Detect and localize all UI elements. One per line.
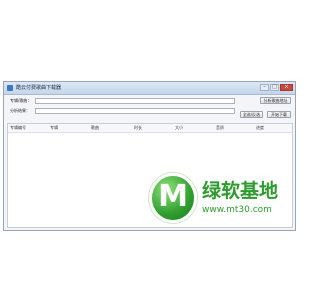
column-header[interactable]: 专辑 — [50, 125, 58, 131]
result-field[interactable] — [35, 108, 235, 114]
result-label: 分析结果： — [10, 108, 30, 113]
download-button[interactable]: 开始下载 — [267, 111, 291, 118]
watermark-logo: M 绿软基地 www.mt30.com — [152, 176, 297, 226]
minimize-button[interactable]: – — [260, 84, 269, 91]
logo-letter: M — [158, 179, 188, 214]
column-header[interactable]: 时长 — [134, 125, 142, 131]
title-bar[interactable]: 酷云付费歌曲下载器 – □ × — [4, 82, 295, 95]
column-header[interactable]: 歌曲 — [91, 125, 99, 131]
watermark-url: www.mt30.com — [202, 205, 272, 215]
close-button[interactable]: × — [280, 84, 293, 91]
column-header[interactable]: 专辑编号 — [10, 125, 26, 131]
column-header[interactable]: 大小 — [175, 125, 183, 131]
song-url-input[interactable] — [35, 98, 235, 104]
window-controls: – □ × — [260, 84, 293, 91]
maximize-button[interactable]: □ — [270, 84, 279, 91]
table-header: 专辑编号 专辑 歌曲 时长 大小 音质 进度 — [8, 124, 292, 133]
watermark-text: 绿软基地 — [202, 180, 279, 202]
analyze-button[interactable]: 分析歌曲地址 — [260, 97, 291, 104]
window-title: 酷云付费歌曲下载器 — [16, 85, 62, 91]
column-header[interactable]: 进度 — [256, 125, 264, 131]
song-label: 专辑/歌曲： — [10, 98, 32, 103]
column-header[interactable]: 音质 — [216, 125, 224, 131]
app-icon — [7, 85, 13, 91]
select-all-button[interactable]: 全选/反选 — [240, 111, 263, 118]
